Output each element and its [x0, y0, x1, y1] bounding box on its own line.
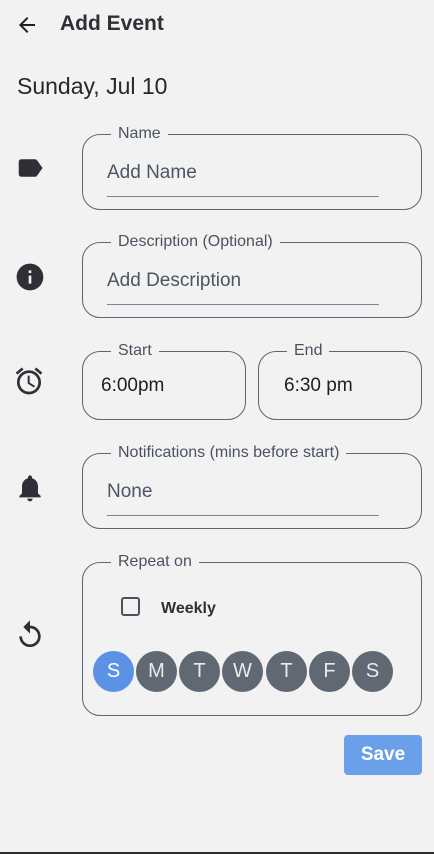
info-icon [14, 261, 46, 293]
name-field[interactable]: Name Add Name [82, 125, 422, 210]
end-time-field[interactable]: End 6:30 pm [258, 342, 422, 420]
repeat-icon [14, 619, 46, 651]
top-app-bar: Add Event [0, 0, 434, 52]
arrow-left-icon [19, 17, 35, 33]
notifications-field-label: Notifications (mins before start) [111, 444, 347, 462]
name-underline [107, 196, 379, 197]
event-date: Sunday, Jul 10 [17, 73, 168, 99]
alarm-clock-icon [13, 365, 45, 397]
day-toggle-sunday[interactable]: S [93, 651, 134, 692]
save-button[interactable]: Save [344, 735, 422, 775]
start-time-value[interactable]: 6:00pm [101, 375, 164, 397]
start-time-label: Start [111, 342, 159, 360]
repeat-field-label: Repeat on [111, 553, 199, 571]
description-input[interactable]: Add Description [107, 270, 241, 292]
start-time-field[interactable]: Start 6:00pm [82, 342, 246, 420]
day-toggle-friday[interactable]: F [309, 651, 350, 692]
weekly-label: Weekly [161, 600, 216, 617]
day-toggle-thursday[interactable]: T [266, 651, 307, 692]
description-underline [107, 304, 379, 305]
day-toggle-monday[interactable]: M [136, 651, 177, 692]
weekly-checkbox[interactable] [121, 597, 140, 616]
day-toggle-tuesday[interactable]: T [179, 651, 220, 692]
name-input[interactable]: Add Name [107, 162, 197, 184]
back-button[interactable] [10, 8, 44, 42]
end-time-label: End [287, 342, 330, 360]
day-toggle-wednesday[interactable]: W [222, 651, 263, 692]
end-time-value[interactable]: 6:30 pm [284, 375, 353, 397]
day-toggle-saturday[interactable]: S [352, 651, 393, 692]
name-field-label: Name [111, 125, 168, 143]
description-field[interactable]: Description (Optional) Add Description [82, 233, 422, 318]
notifications-underline [107, 515, 379, 516]
bell-icon [14, 472, 46, 504]
notifications-field[interactable]: Notifications (mins before start) None [82, 444, 422, 529]
repeat-field: Repeat on Weekly S M T W T F S [82, 553, 422, 716]
page-title: Add Event [60, 12, 164, 35]
description-field-label: Description (Optional) [111, 233, 280, 251]
notifications-select[interactable]: None [107, 481, 152, 503]
label-tag-icon [14, 152, 46, 184]
